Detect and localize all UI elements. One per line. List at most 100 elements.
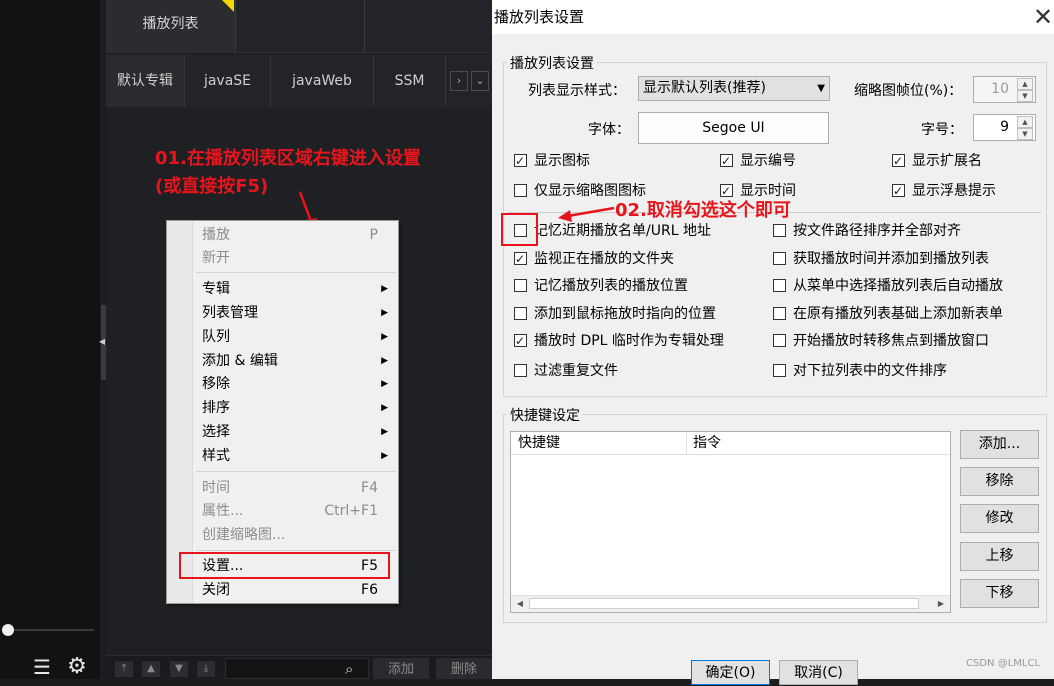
- checkbox-box[interactable]: [773, 252, 786, 265]
- move-up-icon[interactable]: ▲: [142, 661, 160, 677]
- cancel-button[interactable]: 取消(C): [779, 660, 858, 685]
- checkbox-sort-dropdown[interactable]: 对下拉列表中的文件排序: [773, 362, 1043, 380]
- checkbox-box[interactable]: [514, 184, 527, 197]
- column-header-command[interactable]: 指令: [693, 432, 721, 455]
- chevron-right-icon[interactable]: ›: [450, 71, 468, 91]
- shortcut-move-up-button[interactable]: 上移: [960, 542, 1039, 571]
- checkbox-show-extension[interactable]: 显示扩展名: [892, 152, 1042, 170]
- tab-playlist[interactable]: 播放列表: [106, 0, 236, 53]
- checkbox-label: 显示图标: [534, 153, 590, 169]
- spin-down-icon[interactable]: ▼: [1017, 128, 1033, 140]
- album-tab-javaweb[interactable]: javaWeb: [271, 55, 374, 107]
- column-divider[interactable]: [686, 433, 687, 454]
- menu-item-time[interactable]: 时间 F4: [202, 477, 392, 499]
- checkbox-focus-play-window[interactable]: 开始播放时转移焦点到播放窗口: [773, 332, 1043, 350]
- menu-item-label: 关闭: [202, 582, 230, 598]
- move-top-icon[interactable]: ⤒: [115, 661, 133, 677]
- scrollbar-thumb[interactable]: [529, 598, 919, 609]
- menu-item-shortcut: Ctrl+F1: [324, 503, 378, 519]
- font-picker-button[interactable]: Segoe UI: [638, 112, 829, 144]
- checkbox-box[interactable]: [773, 334, 786, 347]
- move-bottom-icon[interactable]: ⤓: [197, 661, 215, 677]
- checkbox-box[interactable]: [720, 152, 733, 170]
- menu-item-queue[interactable]: 队列 ▶: [202, 326, 392, 348]
- scroll-left-icon[interactable]: ◀: [513, 597, 527, 610]
- checkbox-autoplay-from-menu[interactable]: 从菜单中选择播放列表后自动播放: [773, 277, 1043, 295]
- menu-item-create-thumbnail[interactable]: 创建缩略图...: [202, 524, 392, 546]
- checkbox-box[interactable]: [514, 250, 527, 268]
- menu-item-style[interactable]: 样式 ▶: [202, 445, 392, 467]
- checkbox-dpl-as-album[interactable]: 播放时 DPL 临时作为专辑处理: [514, 332, 764, 350]
- close-icon[interactable]: ✕: [1033, 2, 1054, 32]
- menu-item-select[interactable]: 选择 ▶: [202, 421, 392, 443]
- menu-separator: [196, 471, 396, 472]
- move-down-icon[interactable]: ▼: [170, 661, 188, 677]
- checkbox-label: 过滤重复文件: [534, 363, 618, 379]
- checkbox-show-number[interactable]: 显示编号: [720, 152, 870, 170]
- shortcut-remove-button[interactable]: 移除: [960, 467, 1039, 496]
- ok-button[interactable]: 确定(O): [691, 660, 770, 685]
- spin-up-icon[interactable]: ▲: [1017, 78, 1033, 90]
- checkbox-box[interactable]: [514, 307, 527, 320]
- seek-slider-track[interactable]: [8, 629, 94, 631]
- menu-item-properties[interactable]: 属性... Ctrl+F1: [202, 500, 392, 522]
- checkbox-drop-position[interactable]: 添加到鼠标拖放时指向的位置: [514, 305, 764, 323]
- checkbox-remember-recent-urls[interactable]: 记忆近期播放名单/URL 地址: [514, 222, 764, 240]
- checkbox-remember-position[interactable]: 记忆播放列表的播放位置: [514, 277, 764, 295]
- checkbox-show-icon[interactable]: 显示图标: [514, 152, 694, 170]
- checkbox-box[interactable]: [514, 364, 527, 377]
- menu-item-play[interactable]: 播放 P: [202, 224, 392, 246]
- checkbox-box[interactable]: [773, 307, 786, 320]
- checkbox-show-tooltip[interactable]: 显示浮悬提示: [892, 182, 1042, 200]
- shortcut-table[interactable]: [510, 431, 951, 613]
- shortcut-move-down-button[interactable]: 下移: [960, 579, 1039, 608]
- shortcut-modify-button[interactable]: 修改: [960, 504, 1039, 533]
- checkbox-filter-duplicates[interactable]: 过滤重复文件: [514, 362, 764, 380]
- menu-item-new[interactable]: 新开: [202, 247, 392, 269]
- spin-down-icon[interactable]: ▼: [1017, 90, 1033, 102]
- checkbox-box[interactable]: [892, 152, 905, 170]
- checkbox-box[interactable]: [773, 224, 786, 237]
- menu-item-sort[interactable]: 排序 ▶: [202, 397, 392, 419]
- checkbox-watch-folder[interactable]: 监视正在播放的文件夹: [514, 250, 764, 268]
- checkbox-box[interactable]: [773, 364, 786, 377]
- search-icon[interactable]: ⌕: [345, 659, 365, 679]
- submenu-arrow-icon: ▶: [381, 332, 388, 342]
- checkbox-box[interactable]: [892, 182, 905, 200]
- header-divider: [364, 0, 365, 53]
- menu-item-label: 添加 & 编辑: [202, 353, 278, 369]
- checkbox-box[interactable]: [514, 152, 527, 170]
- menu-item-add-edit[interactable]: 添加 & 编辑 ▶: [202, 350, 392, 372]
- checkbox-label: 开始播放时转移焦点到播放窗口: [793, 333, 989, 349]
- menu-item-label: 选择: [202, 424, 230, 440]
- menu-item-remove[interactable]: 移除 ▶: [202, 373, 392, 395]
- list-icon[interactable]: ☰: [32, 657, 52, 677]
- checkbox-sort-by-path[interactable]: 按文件路径排序并全部对齐: [773, 222, 1043, 240]
- menu-item-close[interactable]: 关闭 F6: [202, 579, 392, 601]
- chevron-left-icon[interactable]: ◂: [99, 333, 107, 349]
- seek-slider-knob[interactable]: [2, 624, 14, 636]
- album-tab-ssm[interactable]: SSM: [374, 55, 446, 107]
- checkbox-label: 添加到鼠标拖放时指向的位置: [534, 306, 716, 322]
- playlist-delete-button[interactable]: 删除: [436, 658, 492, 679]
- gear-icon[interactable]: ⚙: [64, 655, 90, 679]
- menu-item-album[interactable]: 专辑 ▶: [202, 278, 392, 300]
- menu-item-list-manage[interactable]: 列表管理 ▶: [202, 302, 392, 324]
- checkbox-box[interactable]: [773, 279, 786, 292]
- spin-up-icon[interactable]: ▲: [1017, 116, 1033, 128]
- checkbox-get-play-time[interactable]: 获取播放时间并添加到播放列表: [773, 250, 1043, 268]
- list-style-select[interactable]: 显示默认列表(推荐) ▼: [638, 76, 830, 101]
- album-tab-javase[interactable]: javaSE: [185, 55, 271, 107]
- menu-item-label: 新开: [202, 250, 230, 266]
- chevron-down-icon: ▼: [817, 83, 825, 94]
- column-header-shortcut[interactable]: 快捷键: [518, 432, 560, 455]
- shortcut-add-button[interactable]: 添加...: [960, 430, 1039, 459]
- checkbox-box[interactable]: [514, 332, 527, 350]
- scroll-right-icon[interactable]: ▶: [934, 597, 948, 610]
- menu-item-label: 队列: [202, 329, 230, 345]
- album-tab-default[interactable]: 默认专辑: [106, 55, 185, 107]
- chevron-down-icon[interactable]: ⌄: [471, 71, 489, 91]
- checkbox-append-new-list[interactable]: 在原有播放列表基础上添加新表单: [773, 305, 1043, 323]
- checkbox-box[interactable]: [514, 279, 527, 292]
- playlist-add-button[interactable]: 添加: [373, 658, 429, 679]
